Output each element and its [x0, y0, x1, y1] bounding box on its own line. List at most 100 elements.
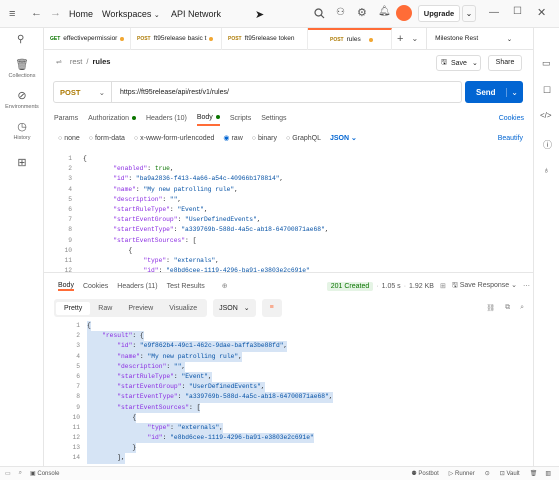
copy-icon[interactable]: ⧉ — [505, 304, 510, 312]
search-icon[interactable]: ⌕ — [520, 304, 524, 312]
minimize-icon[interactable]: — — [489, 7, 499, 18]
chevron-down-icon: ⌄ — [351, 135, 357, 142]
resp-tab-body[interactable]: Body — [58, 282, 74, 291]
nav-collections[interactable]: 🗑︎ Collections — [0, 58, 44, 79]
tab-headers[interactable]: Headers (10) — [146, 110, 187, 126]
request-tab[interactable]: POST ft95release basic t — [131, 27, 222, 50]
find-icon[interactable]: ⌕ — [19, 470, 22, 477]
resp-tab-headers[interactable]: Headers (11) — [117, 283, 157, 290]
layout-icon[interactable]: ▥ — [545, 470, 551, 477]
request-tab[interactable]: GET effectivepermissior — [44, 27, 131, 50]
resp-tab-cookies[interactable]: Cookies — [83, 283, 108, 290]
tab-params[interactable]: Params — [54, 110, 78, 126]
invite-user-icon[interactable]: ⚇ — [336, 7, 345, 18]
user-icon[interactable]: ⚲ — [17, 34, 24, 45]
url-input[interactable]: https://ft95release/api/rest/v1/rules/ — [120, 89, 229, 96]
tabs-chevron-icon[interactable]: ⌄ — [411, 34, 418, 43]
code-line: 5 "description": "", — [50, 195, 530, 205]
breadcrumb-separator: / — [86, 57, 89, 66]
apps-icon[interactable]: ⊞ — [0, 156, 44, 169]
sidebar-toggle-icon[interactable]: ▭ — [5, 470, 11, 477]
vault-button[interactable]: ⊡ Vault — [500, 470, 520, 477]
trash-icon[interactable]: 🗑︎ — [530, 470, 538, 477]
line-number: 3 — [76, 342, 80, 350]
response-size[interactable]: 1.92 KB — [409, 283, 434, 290]
postbot-button[interactable]: ⚉ Postbot — [411, 470, 438, 477]
globe-icon[interactable]: ⊕ — [222, 282, 228, 290]
method-select[interactable]: POST ⌄ — [54, 82, 112, 102]
tab-method: POST — [330, 36, 344, 43]
method-label: POST — [60, 87, 81, 97]
runner-button[interactable]: ▷ Runner — [449, 470, 475, 477]
proxy-icon[interactable]: ⊙ — [485, 470, 490, 477]
link-icon[interactable]: ⛓ — [486, 304, 495, 312]
send-button[interactable]: Send ⌄ — [465, 81, 523, 103]
cookies-link[interactable]: Cookies — [499, 115, 524, 122]
api-network-link[interactable]: API Network — [171, 9, 221, 19]
beautify-link[interactable]: Beautify — [498, 135, 523, 142]
nav-history[interactable]: ◷ History — [0, 120, 44, 141]
lightbulb-icon[interactable]: ♁ — [543, 165, 550, 175]
save-button[interactable]: 🖫︎ Save ⌄ — [436, 55, 481, 71]
environment-selector[interactable]: Milestone Rest ⌄ — [426, 27, 518, 50]
upgrade-button[interactable]: Upgrade — [418, 5, 460, 22]
new-tab-plus-icon[interactable]: + — [397, 33, 403, 45]
settings-gear-icon[interactable]: ⚙ — [357, 6, 367, 19]
examples-icon[interactable]: ⊞ — [440, 282, 446, 290]
comments-icon[interactable]: ☐ — [543, 85, 551, 96]
radio-graphql[interactable]: ○ GraphQL — [286, 135, 321, 142]
documentation-icon[interactable]: ▭ — [542, 58, 551, 69]
response-time[interactable]: 1.05 s — [382, 283, 401, 290]
view-visualize[interactable]: Visualize — [161, 302, 205, 315]
save-response-button[interactable]: 🖫︎ Save Response ⌄ — [452, 281, 517, 292]
pane-divider[interactable] — [44, 272, 533, 276]
menu-icon[interactable]: ≡ — [9, 8, 15, 20]
workspaces-menu[interactable]: Workspaces ⌄ — [102, 9, 160, 19]
page-title[interactable]: rules — [92, 57, 110, 66]
send-chevron-icon[interactable]: ⌄ — [506, 87, 518, 97]
radio-form-data[interactable]: ○ form-data — [89, 135, 125, 142]
avatar[interactable] — [396, 5, 412, 21]
line-number: 2 — [76, 332, 80, 340]
view-preview[interactable]: Preview — [120, 302, 161, 315]
runner-label: Runner — [455, 471, 475, 477]
status-badge[interactable]: 201 Created — [326, 281, 374, 291]
breadcrumb-parent[interactable]: rest — [70, 57, 83, 66]
response-format-select[interactable]: JSON ⌄ — [213, 299, 256, 317]
close-window-icon[interactable]: ✕ — [537, 6, 546, 19]
nav-environments[interactable]: ⊘ Environments — [0, 89, 44, 110]
radio-binary[interactable]: ○ binary — [252, 135, 277, 142]
postbot-label: Postbot — [418, 471, 439, 477]
left-sidebar: ⚲ 🗑︎ Collections ⊘ Environments ◷ Histor… — [0, 28, 44, 466]
request-tab-active[interactable]: POST rules — [308, 27, 392, 50]
radio-urlencoded[interactable]: ○ x-www-form-urlencoded — [134, 135, 214, 142]
view-raw[interactable]: Raw — [90, 302, 120, 315]
notifications-bell-icon[interactable]: 🔔︎ — [378, 6, 391, 17]
console-button[interactable]: ▣ Console — [30, 470, 59, 477]
upgrade-chevron-icon[interactable]: ⌄ — [462, 5, 476, 22]
maximize-icon[interactable]: ☐ — [513, 6, 522, 17]
forward-arrow-icon[interactable]: → — [50, 7, 61, 19]
code-icon[interactable]: </> — [540, 111, 552, 120]
search-icon[interactable] — [314, 8, 325, 19]
resp-tab-test-results[interactable]: Test Results — [167, 283, 205, 290]
runner-icon: ▷ — [448, 471, 454, 477]
line-number: 11 — [72, 423, 80, 431]
tab-authorization[interactable]: Authorization — [88, 110, 136, 126]
request-tab[interactable]: POST ft95release token — [222, 27, 308, 50]
wrap-lines-icon[interactable]: ≡ — [261, 299, 282, 317]
request-body-editor[interactable]: 1{2 "enabled": true, 3 "id": "ba9a2836-f4… — [50, 154, 530, 272]
back-arrow-icon[interactable]: ← — [31, 7, 42, 19]
share-button[interactable]: Share — [488, 55, 522, 71]
home-link[interactable]: Home — [69, 9, 93, 19]
tab-body[interactable]: Body — [196, 110, 220, 126]
more-options-icon[interactable]: ⋯ — [523, 282, 530, 290]
response-body-viewer[interactable]: 1{2 "result": {3 "id": "e9f862b4-49c1-46… — [58, 321, 523, 465]
radio-raw[interactable]: ◉ raw — [223, 134, 242, 142]
tab-settings[interactable]: Settings — [261, 110, 286, 126]
radio-none[interactable]: ○ none — [58, 135, 80, 142]
info-icon[interactable]: ⓘ — [543, 138, 552, 151]
tab-scripts[interactable]: Scripts — [230, 110, 251, 126]
format-select[interactable]: JSON ⌄ — [330, 134, 357, 142]
view-pretty[interactable]: Pretty — [56, 301, 91, 315]
